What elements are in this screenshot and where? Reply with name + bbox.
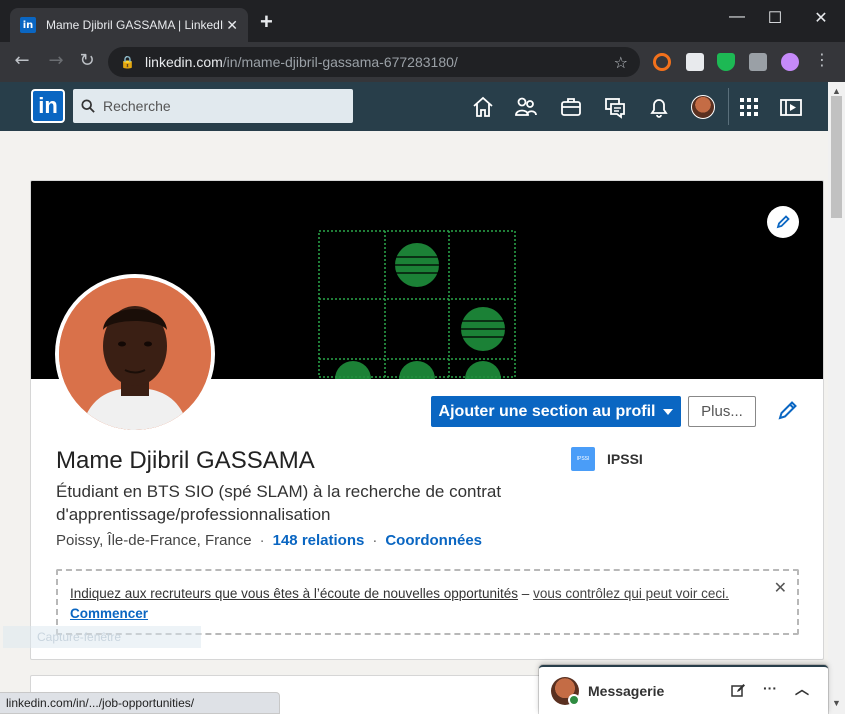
more-options-icon[interactable]: ··· bbox=[763, 680, 777, 696]
school-logo-icon: IPSSI bbox=[571, 447, 595, 471]
browser-menu-icon[interactable]: ⋮ bbox=[810, 50, 834, 69]
caret-down-icon bbox=[663, 408, 674, 415]
school-name: IPSSI bbox=[607, 451, 643, 467]
separator-dot: · bbox=[372, 532, 378, 549]
open-to-work-dash: – bbox=[518, 586, 534, 601]
scroll-down-icon[interactable]: ▼ bbox=[832, 698, 841, 708]
search-box[interactable] bbox=[73, 89, 353, 123]
learning-icon[interactable] bbox=[779, 95, 803, 119]
search-icon bbox=[81, 99, 95, 113]
linkedin-favicon-icon: in bbox=[20, 17, 36, 33]
online-status-icon bbox=[568, 693, 580, 706]
ghost-capture-label: Capture-fenêtre bbox=[3, 626, 201, 648]
edit-intro-pencil-icon[interactable] bbox=[777, 399, 799, 421]
header-divider bbox=[728, 88, 729, 125]
tab-title: Mame Djibril GASSAMA | LinkedIn bbox=[46, 18, 224, 32]
network-icon[interactable] bbox=[514, 95, 538, 119]
portrait-illustration bbox=[59, 278, 211, 430]
new-tab-button[interactable]: + bbox=[260, 11, 273, 33]
chevron-up-icon[interactable]: ︿ bbox=[795, 679, 809, 699]
messaging-panel[interactable]: Messagerie ··· ︿ bbox=[539, 665, 828, 714]
banner-matrix-image bbox=[318, 230, 516, 379]
extension-orange-icon[interactable] bbox=[653, 53, 671, 71]
browser-tab[interactable]: in Mame Djibril GASSAMA | LinkedIn ✕ bbox=[10, 8, 248, 42]
apps-grid-icon[interactable] bbox=[737, 95, 761, 119]
back-icon[interactable]: ← bbox=[10, 50, 34, 71]
school-entry[interactable]: IPSSI IPSSI bbox=[571, 447, 643, 471]
location-line: Poissy, Île-de-France, France · 148 relati… bbox=[56, 532, 482, 549]
notifications-icon[interactable] bbox=[647, 95, 671, 119]
open-to-work-link[interactable]: Indiquez aux recruteurs que vous êtes à … bbox=[70, 586, 518, 601]
contact-info-link[interactable]: Coordonnées bbox=[385, 532, 482, 549]
page-scrollbar[interactable]: ▲ ▼ bbox=[828, 82, 845, 714]
browser-toolbar: ← → ↻ 🔒 linkedin.com /in/mame-djibril-ga… bbox=[0, 42, 845, 82]
messaging-avatar bbox=[551, 676, 580, 706]
compose-icon[interactable] bbox=[731, 683, 746, 698]
profile-photo[interactable] bbox=[55, 274, 215, 434]
browser-tab-bar: in Mame Djibril GASSAMA | LinkedIn ✕ + —… bbox=[0, 0, 845, 42]
visibility-control-link[interactable]: vous contrôlez qui peut voir ceci. bbox=[533, 586, 729, 601]
status-bar-url: linkedin.com/in/.../job-opportunities/ bbox=[0, 692, 280, 714]
more-button[interactable]: Plus... bbox=[688, 396, 756, 427]
address-bar[interactable]: 🔒 linkedin.com /in/mame-djibril-gassama-… bbox=[108, 47, 640, 77]
lock-icon: 🔒 bbox=[120, 55, 135, 69]
start-link[interactable]: Commencer bbox=[70, 606, 148, 621]
scroll-up-icon[interactable]: ▲ bbox=[832, 86, 841, 96]
search-input[interactable] bbox=[103, 98, 333, 114]
connections-link[interactable]: 148 relations bbox=[273, 532, 365, 549]
extensions-puzzle-icon[interactable] bbox=[749, 53, 767, 71]
profile-headline: Étudiant en BTS SIO (spé SLAM) à la rech… bbox=[56, 482, 502, 524]
profile-location: Poissy, Île-de-France, France bbox=[56, 532, 252, 549]
linkedin-logo-icon[interactable]: in bbox=[31, 89, 65, 123]
linkedin-header: in bbox=[0, 82, 828, 131]
reload-icon[interactable]: ↻ bbox=[75, 50, 99, 71]
profile-avatar-icon[interactable] bbox=[781, 53, 799, 71]
profile-photo-image bbox=[59, 278, 211, 430]
messaging-title[interactable]: Messagerie bbox=[588, 683, 664, 699]
profile-card: Ajouter une section au profil Plus... Ma… bbox=[30, 180, 824, 660]
window-close-icon[interactable]: ✕ bbox=[806, 8, 836, 28]
tab-close-icon[interactable]: ✕ bbox=[226, 17, 238, 34]
scroll-thumb[interactable] bbox=[831, 96, 842, 218]
minimize-icon[interactable]: — bbox=[722, 8, 752, 26]
edit-banner-button[interactable] bbox=[767, 206, 799, 238]
forward-icon[interactable]: → bbox=[44, 50, 68, 71]
add-section-label: Ajouter une section au profil bbox=[438, 402, 656, 420]
url-path: /in/mame-djibril-gassama-677283180/ bbox=[222, 54, 458, 70]
separator-dot: · bbox=[259, 532, 265, 549]
jobs-icon[interactable] bbox=[559, 95, 583, 119]
home-icon[interactable] bbox=[471, 95, 495, 119]
close-icon[interactable]: ✕ bbox=[774, 579, 787, 599]
url-host: linkedin.com bbox=[144, 54, 223, 70]
messaging-icon[interactable] bbox=[603, 95, 627, 119]
pencil-icon bbox=[776, 215, 790, 229]
extension-shield-square-icon[interactable] bbox=[686, 53, 704, 71]
bookmark-star-icon[interactable]: ☆ bbox=[614, 53, 628, 72]
maximize-icon[interactable]: ☐ bbox=[760, 8, 790, 28]
profile-name: Mame Djibril GASSAMA bbox=[56, 447, 315, 474]
me-avatar[interactable] bbox=[691, 95, 715, 119]
extension-green-shield-icon[interactable] bbox=[717, 53, 735, 71]
add-profile-section-button[interactable]: Ajouter une section au profil bbox=[431, 396, 681, 427]
